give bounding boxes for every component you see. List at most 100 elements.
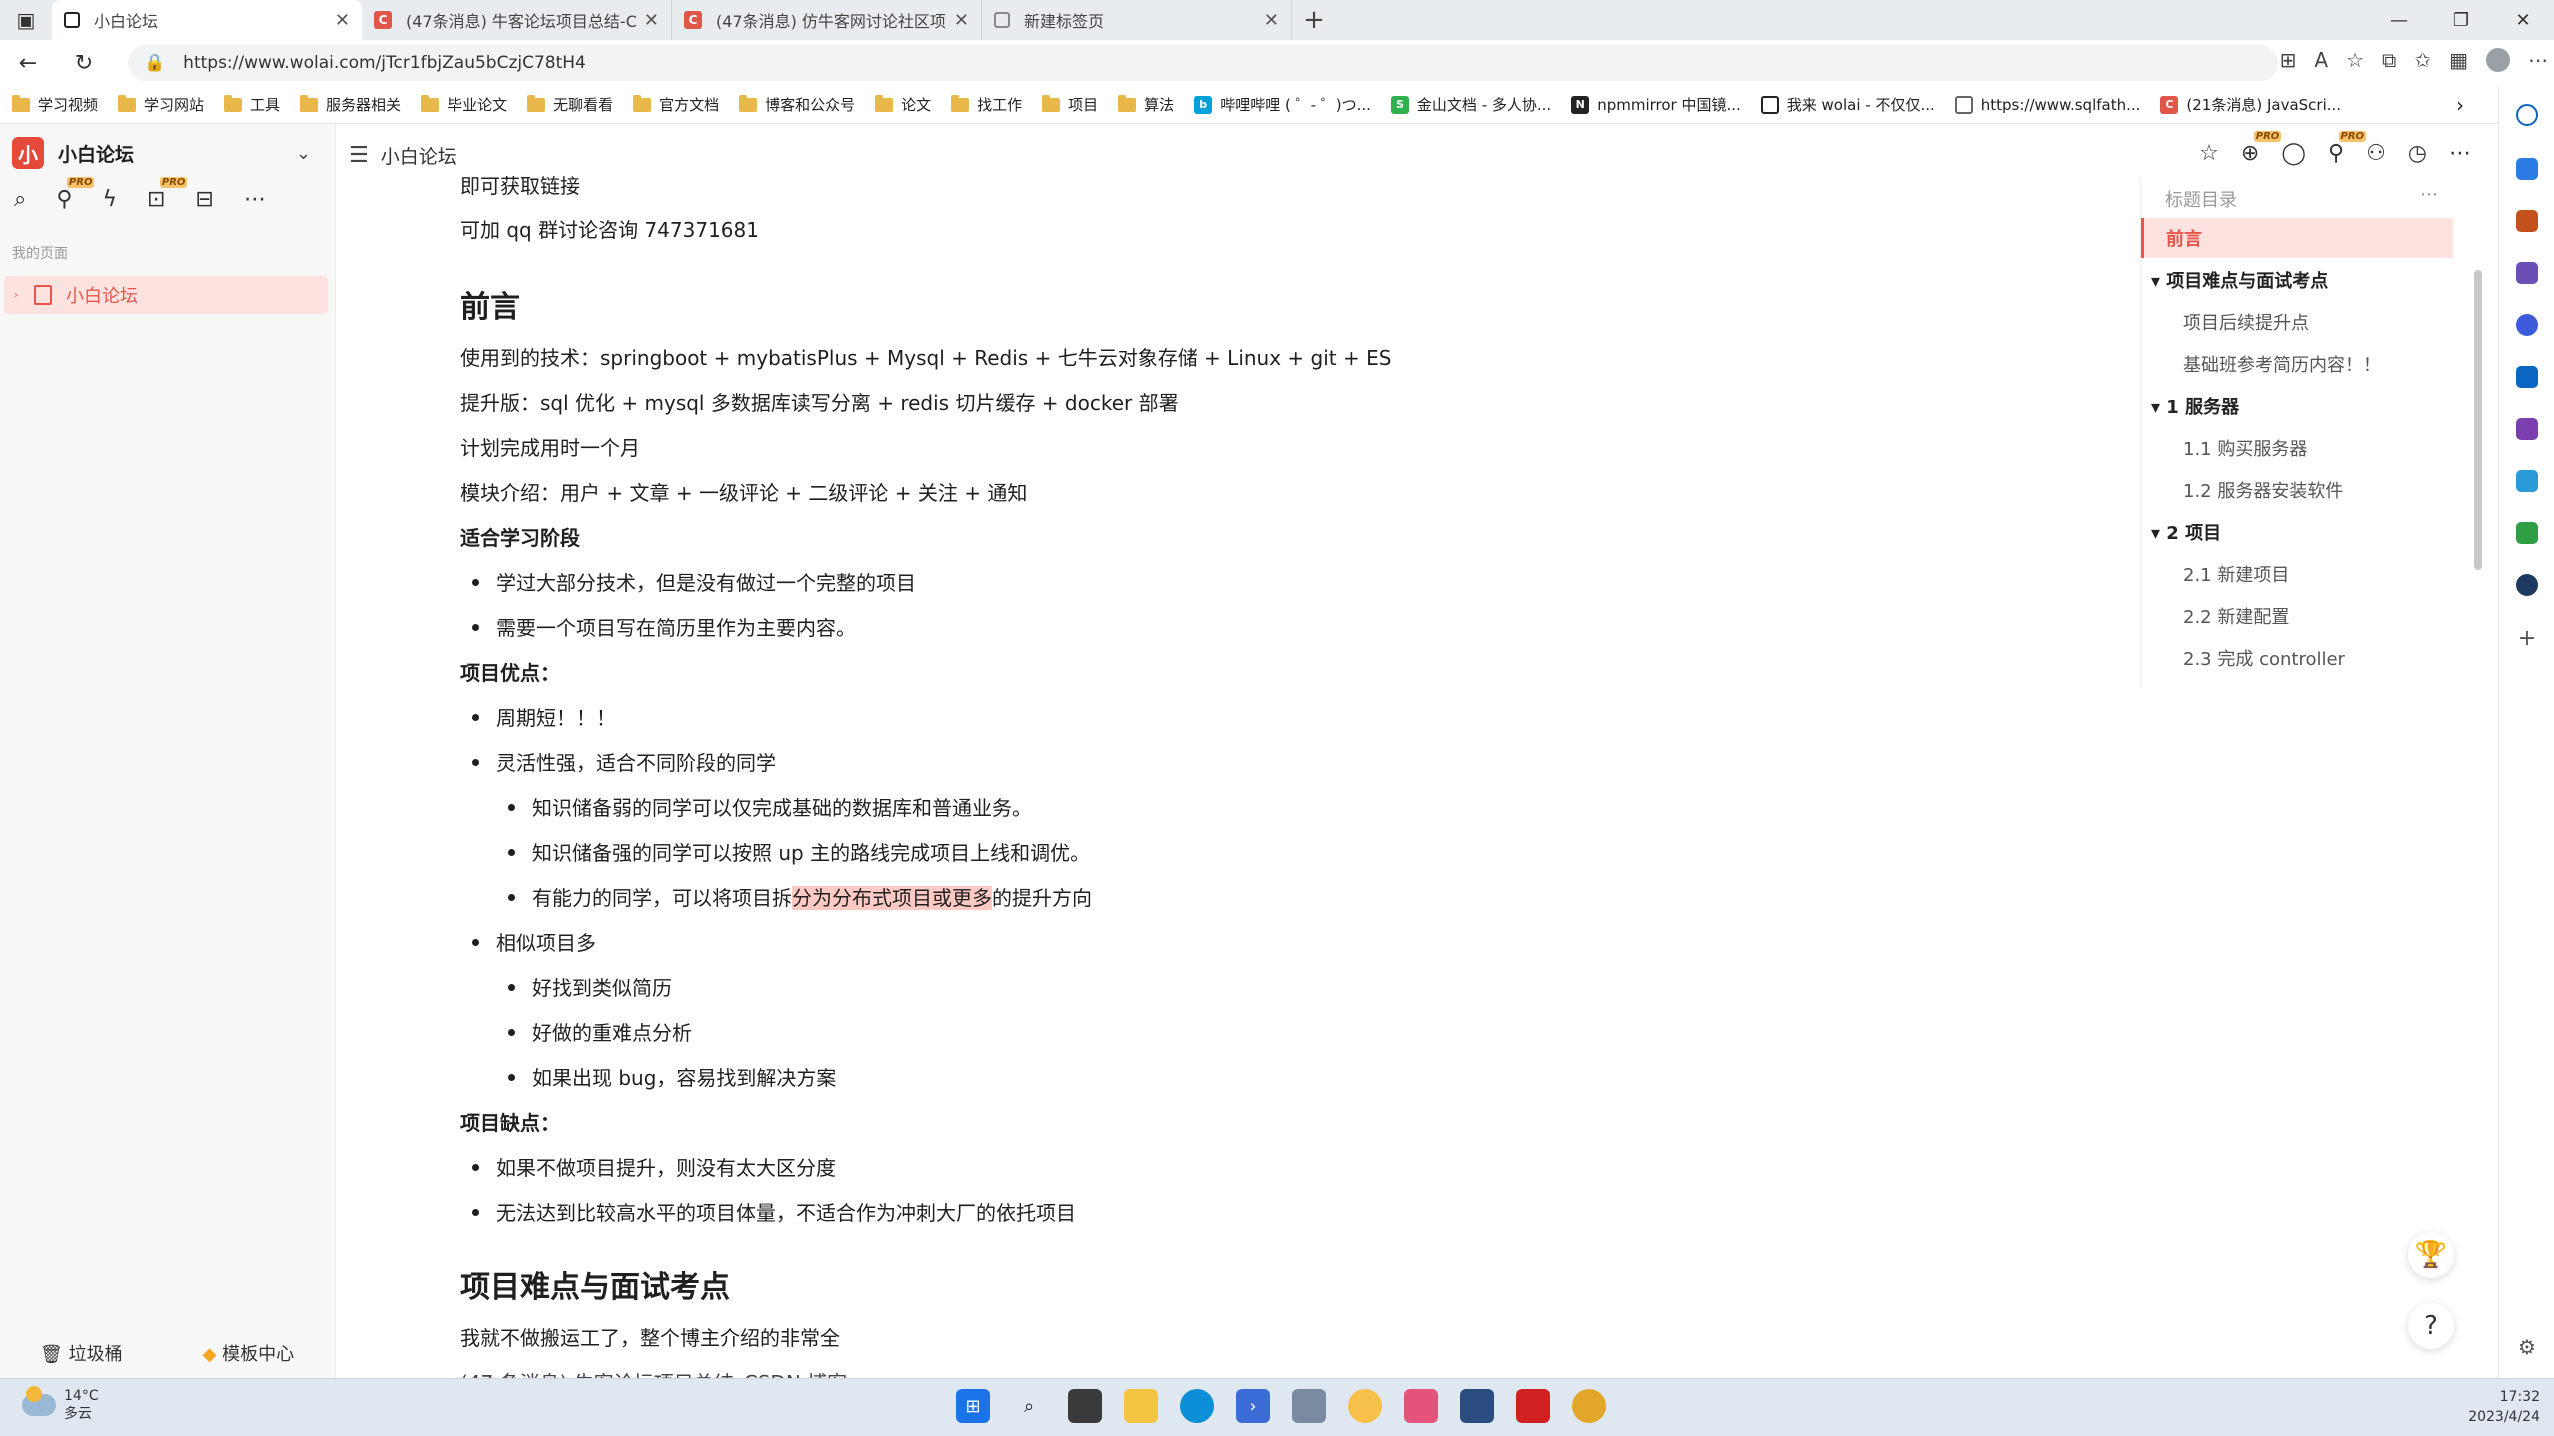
system-clock[interactable]: 17:32 2023/4/24 bbox=[2468, 1387, 2540, 1427]
send-icon[interactable] bbox=[2516, 470, 2538, 492]
scrollbar[interactable] bbox=[2474, 270, 2482, 570]
bookmark-link[interactable]: Nnpmmirror 中国镜... bbox=[1571, 94, 1741, 115]
profile-avatar[interactable] bbox=[2486, 48, 2510, 72]
bookmark-folder[interactable]: 毕业论文 bbox=[421, 94, 507, 115]
app-icon[interactable] bbox=[1460, 1389, 1494, 1423]
new-tab-button[interactable]: + bbox=[1292, 0, 1336, 40]
bookmark-folder[interactable]: 找工作 bbox=[951, 94, 1022, 115]
add-icon[interactable]: + bbox=[2516, 628, 2538, 650]
app-icon[interactable] bbox=[1348, 1389, 1382, 1423]
bookmark-link[interactable]: S 金山文档 - 多人协... bbox=[1390, 94, 1551, 115]
link-text[interactable]: (47 条消息) 牛客论坛项目总结_CSDN 博客 bbox=[460, 1367, 847, 1378]
template-center-button[interactable]: ◆ 模板中心 bbox=[203, 1340, 295, 1366]
monitor-icon[interactable] bbox=[1292, 1389, 1326, 1423]
trophy-icon[interactable]: 🏆 bbox=[2408, 1232, 2454, 1278]
toc-item[interactable]: ▾ 1 服务器 bbox=[2141, 386, 2453, 426]
bookmark-folder[interactable]: 官方文档 bbox=[633, 94, 719, 115]
file-explorer-icon[interactable] bbox=[1124, 1389, 1158, 1423]
quick-action-icon[interactable]: ϟ bbox=[102, 187, 117, 212]
app-icon[interactable] bbox=[1572, 1389, 1606, 1423]
favorites-icon[interactable]: ✩ bbox=[2414, 48, 2431, 72]
bookmark-link[interactable]: https://www.sqlfath... bbox=[1954, 95, 2140, 114]
url-field[interactable]: 🔒 https://www.wolai.com/jTcr1fbjZau5bCzj… bbox=[128, 45, 2278, 81]
toc-item[interactable]: 1.1 购买服务器 bbox=[2141, 428, 2453, 468]
close-tab-icon[interactable]: ✕ bbox=[1264, 10, 1279, 31]
share-icon[interactable]: ⚇ bbox=[2366, 141, 2386, 166]
search-icon[interactable]: ⌕ bbox=[1012, 1389, 1046, 1423]
toc-item[interactable]: 2.1 新建项目 bbox=[2141, 554, 2453, 594]
bookmark-folder[interactable]: 学习视频 bbox=[12, 94, 98, 115]
bookmark-folder[interactable]: 论文 bbox=[875, 94, 931, 115]
tab-actions-icon[interactable]: ▣ bbox=[0, 0, 52, 40]
search-icon[interactable]: ⌕ bbox=[14, 187, 26, 212]
edge-icon[interactable] bbox=[1180, 1389, 1214, 1423]
help-icon[interactable]: ? bbox=[2408, 1303, 2454, 1349]
close-tab-icon[interactable]: ✕ bbox=[644, 10, 659, 31]
start-icon[interactable]: ⊞ bbox=[956, 1389, 990, 1423]
read-aloud-icon[interactable]: A bbox=[2314, 48, 2328, 72]
tree-icon[interactable] bbox=[2516, 522, 2538, 544]
inbox-icon[interactable]: ⊟ bbox=[195, 187, 213, 212]
star-icon[interactable]: ☆ bbox=[2199, 141, 2219, 166]
tab[interactable]: 新建标签页 ✕ bbox=[982, 0, 1292, 40]
expand-arrow-icon[interactable]: › bbox=[14, 290, 18, 301]
bookmark-link[interactable]: b 哔哩哔哩 ( ゜- ゜)つ... bbox=[1194, 94, 1371, 115]
toc-item[interactable]: ▾ 2 项目 bbox=[2141, 512, 2453, 552]
toc-item[interactable]: 2.3 完成 controller bbox=[2141, 638, 2453, 678]
designer-icon[interactable] bbox=[2516, 418, 2538, 440]
copilot-icon[interactable] bbox=[2516, 314, 2538, 336]
toc-item[interactable]: 项目后续提升点 bbox=[2141, 302, 2453, 342]
tab[interactable]: C (47条消息) 牛客论坛项目总结-CS ✕ bbox=[362, 0, 672, 40]
toc-item[interactable]: 1.2 服务器安装软件 bbox=[2141, 470, 2453, 510]
task-view-icon[interactable] bbox=[1068, 1389, 1102, 1423]
chevron-down-icon[interactable]: ⌄ bbox=[296, 143, 311, 164]
close-tab-icon[interactable]: ✕ bbox=[335, 10, 350, 31]
bookmark-folder[interactable]: 学习网站 bbox=[118, 94, 204, 115]
powershell-icon[interactable]: › bbox=[1236, 1389, 1270, 1423]
refresh-icon[interactable]: ↻ bbox=[56, 51, 112, 76]
bookmark-folder[interactable]: 工具 bbox=[224, 94, 280, 115]
more-icon[interactable]: ⋯ bbox=[2449, 141, 2471, 166]
bookmark-link[interactable]: 我来 wolai - 不仅仅... bbox=[1760, 94, 1935, 115]
trash-button[interactable]: 🗑 垃圾桶 bbox=[40, 1340, 123, 1366]
comment-icon[interactable]: ◯ bbox=[2281, 141, 2306, 166]
shopping-icon[interactable] bbox=[2516, 158, 2538, 180]
app-icon[interactable] bbox=[2516, 574, 2538, 596]
search-icon[interactable] bbox=[2516, 104, 2538, 126]
more-icon[interactable]: ⋯ bbox=[244, 187, 266, 212]
bookmark-folder[interactable]: 算法 bbox=[1118, 94, 1174, 115]
apps-icon[interactable]: ⊞ bbox=[2280, 48, 2297, 72]
menu-icon[interactable]: ☰ bbox=[349, 143, 369, 168]
weather-widget[interactable]: 14°C 多云 bbox=[22, 1386, 99, 1423]
toc-item[interactable]: 基础班参考简历内容！！ bbox=[2141, 344, 2453, 384]
toc-item[interactable]: ▾ 项目难点与面试考点 bbox=[2141, 260, 2453, 300]
back-icon[interactable]: ← bbox=[0, 51, 56, 76]
toc-item[interactable]: 2.2 新建配置 bbox=[2141, 596, 2453, 636]
ai-icon[interactable]: ⚲ PRO bbox=[2328, 131, 2367, 166]
bookmark-link[interactable]: C (21条消息) JavaScri... bbox=[2160, 94, 2341, 115]
games-icon[interactable] bbox=[2516, 262, 2538, 284]
close-tab-icon[interactable]: ✕ bbox=[954, 10, 969, 31]
bookmark-folder[interactable]: 项目 bbox=[1042, 94, 1098, 115]
app-icon[interactable] bbox=[1404, 1389, 1438, 1423]
ai-icon[interactable]: ⚲ PRO bbox=[56, 177, 95, 212]
tab[interactable]: C (47条消息) 仿牛客网讨论社区项目 ✕ bbox=[672, 0, 982, 40]
sidebar-page-item[interactable]: › 小白论坛 bbox=[4, 276, 328, 314]
plugin-icon[interactable]: ⊡ PRO bbox=[147, 177, 188, 212]
history-icon[interactable]: ◷ bbox=[2408, 141, 2427, 166]
publish-icon[interactable]: ⊕ PRO bbox=[2241, 131, 2282, 166]
bookmark-folder[interactable]: 服务器相关 bbox=[300, 94, 401, 115]
tools-icon[interactable] bbox=[2516, 210, 2538, 232]
more-menu-icon[interactable]: ⋯ bbox=[2528, 48, 2548, 72]
settings-icon[interactable]: ⚙ bbox=[2516, 1336, 2538, 1358]
extensions-icon[interactable]: ⧉ bbox=[2382, 48, 2396, 72]
chevron-right-icon[interactable]: › bbox=[2456, 93, 2464, 117]
bookmark-folder[interactable]: 无聊看看 bbox=[527, 94, 613, 115]
pdf-icon[interactable] bbox=[1516, 1389, 1550, 1423]
breadcrumb-title[interactable]: 小白论坛 bbox=[381, 142, 457, 169]
close-window-icon[interactable]: ✕ bbox=[2492, 0, 2554, 40]
workspace-switcher[interactable]: 小 小白论坛 bbox=[12, 137, 134, 169]
tab-active[interactable]: 小白论坛 ✕ bbox=[52, 0, 362, 40]
collections-icon[interactable]: ▦ bbox=[2449, 48, 2468, 72]
favorite-star-icon[interactable]: ☆ bbox=[2346, 48, 2364, 72]
